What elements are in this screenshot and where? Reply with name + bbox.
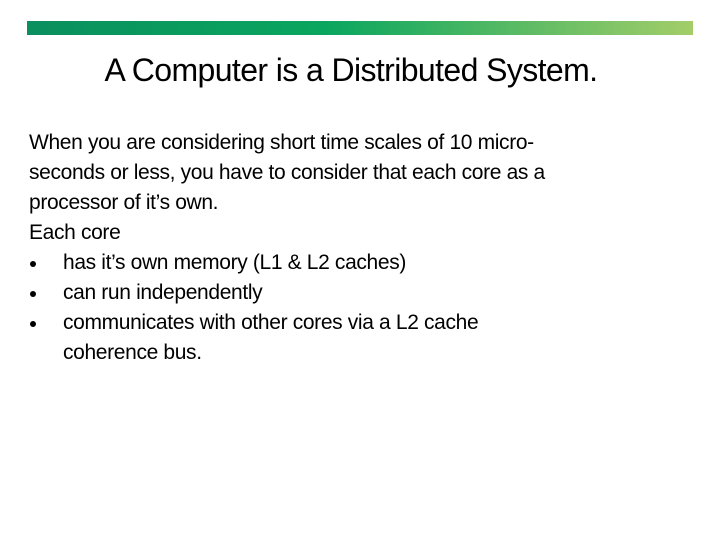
slide-title: A Computer is a Distributed System. [104,52,599,88]
intro-line: When you are considering short time scal… [29,131,534,154]
bullet-text: can run independently [63,281,263,304]
bullet-item: communicates with other cores via a L2 c… [29,308,709,368]
bullet-item: has it’s own memory (L1 & L2 caches) [29,248,709,278]
bullet-text-continuation: coherence bus. [63,341,202,364]
intro-line: processor of it’s own. [29,191,219,214]
list-heading: Each core [29,221,121,244]
bullet-text: communicates with other cores via a L2 c… [63,311,479,334]
slide-body: When you are considering short time scal… [29,128,709,368]
intro-line: seconds or less, you have to consider th… [29,161,545,184]
bullet-dot-icon [29,248,63,278]
bullet-dot-icon [29,308,63,338]
bullet-dot-icon [29,278,63,308]
bullet-text: has it’s own memory (L1 & L2 caches) [63,251,406,274]
bullet-item: can run independently [29,278,709,308]
title-accent-bar [27,21,693,35]
